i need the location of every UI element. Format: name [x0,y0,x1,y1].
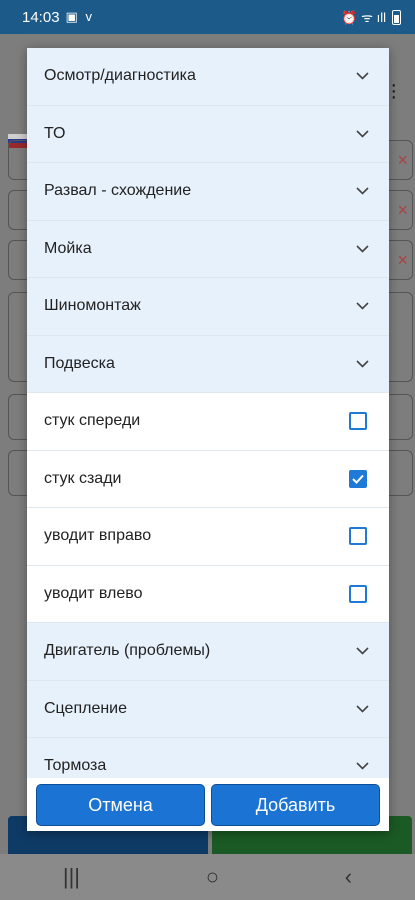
option-row[interactable]: уводит вправо [27,508,389,566]
category-row[interactable]: Подвеска [27,335,389,393]
category-label: Сцепление [44,699,128,717]
cancel-button[interactable]: Отмена [36,784,205,826]
category-row[interactable]: Сцепление [27,680,389,738]
chevron-down-icon[interactable] [355,644,369,658]
clear-icon: × [397,150,408,170]
status-time: 14:03 [22,8,60,26]
category-label: Шиномонтаж [44,297,141,315]
chevron-down-icon[interactable] [355,759,369,773]
category-label: Развал - схождение [44,182,192,200]
add-button[interactable]: Добавить [211,784,380,826]
category-label: Мойка [44,239,92,257]
navigation-bar: ||| ○ ‹ [0,854,415,900]
status-bar: 14:03 ▣ ᴠ ⏰ ᯤ ıll [0,0,415,34]
clear-icon: × [397,200,408,220]
option-label: стук сзади [44,469,122,487]
status-right: ⏰ ᯤ ıll [341,8,401,26]
battery-icon [392,9,401,25]
category-row[interactable]: Мойка [27,220,389,278]
notification-icons: ▣ ᴠ [65,9,94,24]
service-select-dialog: Осмотр/диагностика ТО Развал - схождение Мо… [27,48,389,831]
status-icons: ⏰ ᯤ ıll [341,10,386,25]
category-row[interactable]: Развал - схождение [27,163,389,221]
overflow-menu-icon: · · · [390,74,397,108]
option-label: стук спереди [44,412,141,430]
service-list[interactable]: Осмотр/диагностика ТО Развал - схождение Мо… [27,48,389,778]
chevron-down-icon[interactable] [355,702,369,716]
category-row[interactable]: ТО [27,105,389,163]
chevron-down-icon[interactable] [355,127,369,141]
checkbox[interactable] [349,412,367,431]
checkbox[interactable] [349,584,367,603]
clear-icon: × [397,250,408,270]
chevron-down-icon[interactable] [355,69,369,83]
category-row[interactable]: Шиномонтаж [27,278,389,336]
back-icon[interactable]: ‹ [345,864,352,890]
category-label: Подвеска [44,354,115,372]
checkbox[interactable] [349,527,367,546]
recent-apps-icon[interactable]: ||| [63,864,80,890]
option-label: уводит влево [44,584,143,602]
chevron-down-icon[interactable] [355,357,369,371]
category-label: Осмотр/диагностика [44,67,196,85]
option-row[interactable]: стук сзади [27,450,389,508]
category-label: Тормоза [44,757,107,775]
chevron-down-icon[interactable] [355,184,369,198]
option-label: уводит вправо [44,527,152,545]
category-row[interactable]: Двигатель (проблемы) [27,623,389,681]
chevron-down-icon[interactable] [355,242,369,256]
option-row[interactable]: уводит влево [27,565,389,623]
category-row[interactable]: Осмотр/диагностика [27,48,389,106]
category-row[interactable]: Тормоза [27,738,389,778]
chevron-down-icon[interactable] [355,299,369,313]
category-label: Двигатель (проблемы) [44,642,211,660]
option-row[interactable]: стук спереди [27,393,389,451]
checkbox[interactable] [349,469,367,488]
dialog-footer: Отмена Добавить [27,778,389,831]
category-label: ТО [44,124,66,142]
home-icon[interactable]: ○ [206,864,219,890]
